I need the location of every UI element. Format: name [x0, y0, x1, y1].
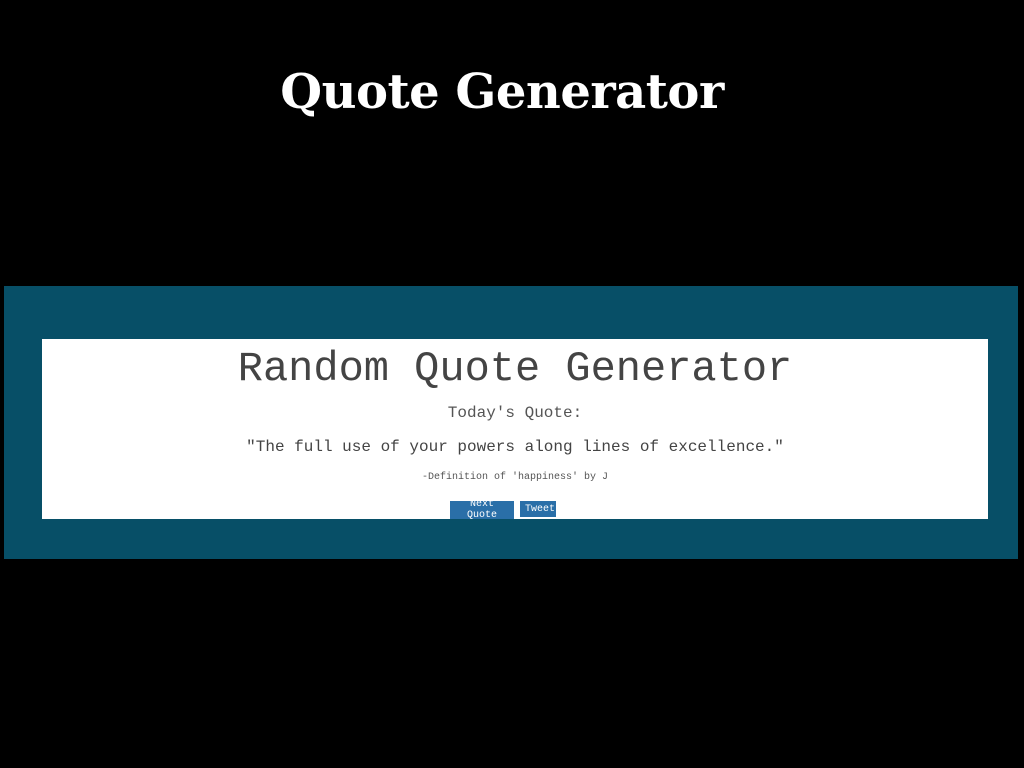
tweet-label: Tweet	[525, 503, 556, 515]
app-title: Random Quote Generator	[237, 345, 793, 393]
app-screenshot-frame: Random Quote Generator Today's Quote: "T…	[4, 286, 1018, 559]
quote-author: -Definition of 'happiness' by J	[421, 472, 609, 483]
slide-canvas: Quote Generator Random Quote Generator T…	[0, 0, 1024, 768]
todays-quote-label: Today's Quote:	[447, 404, 583, 422]
quote-text: "The full use of your powers along lines…	[246, 438, 784, 456]
next-quote-button[interactable]: Next Quote	[450, 499, 514, 521]
slide-title: Quote Generator	[280, 64, 724, 120]
next-quote-label: Next Quote	[466, 499, 497, 521]
quote-card: Random Quote Generator Today's Quote: "T…	[42, 339, 988, 519]
tweet-button[interactable]: Tweet	[520, 501, 556, 517]
action-buttons: Next Quote Tweet	[450, 499, 556, 521]
